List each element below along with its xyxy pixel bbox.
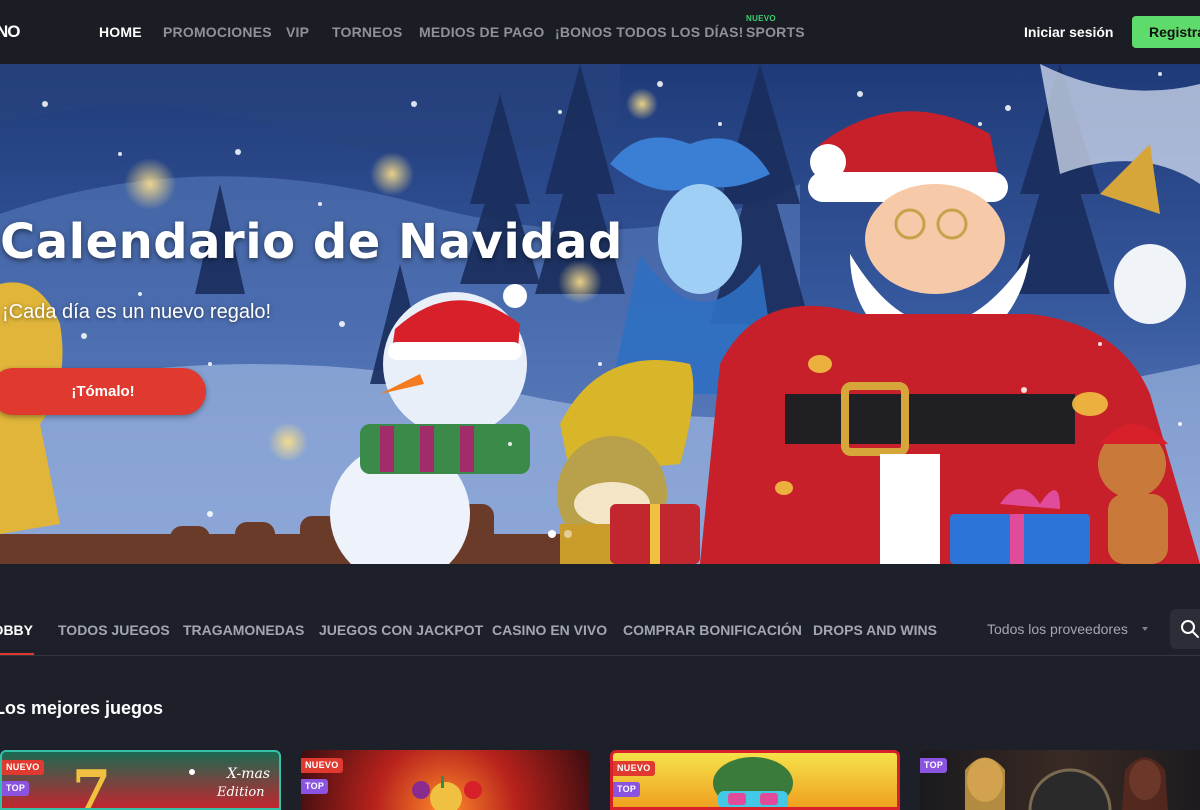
nuevo-badge: NUEVO: [746, 14, 776, 23]
search-button[interactable]: [1170, 609, 1200, 649]
nuevo-badge: NUEVO: [301, 758, 343, 773]
top-badge: TOP: [2, 781, 30, 796]
nav-bonos[interactable]: ¡BONOS TODOS LOS DÍAS!: [555, 24, 744, 40]
game-thumbnail: [412, 776, 482, 810]
tab-lobby[interactable]: LOBBY: [0, 622, 33, 638]
nav-vip[interactable]: VIP: [286, 24, 309, 40]
tab-comprar-bonificacion[interactable]: COMPRAR BONIFICACIÓN: [623, 622, 802, 638]
top-header: NO HOME PROMOCIONES VIP TORNEOS MEDIOS D…: [0, 0, 1200, 64]
hero-banner[interactable]: Calendario de Navidad ¡Cada día es un nu…: [0, 64, 1200, 564]
hero-cta-button[interactable]: ¡Tómalo!: [0, 368, 206, 415]
category-tabs: LOBBY TODOS JUEGOS TRAGAMONEDAS JUEGOS C…: [0, 564, 1200, 656]
tab-jackpot[interactable]: JUEGOS CON JACKPOT: [319, 622, 483, 638]
nav-home[interactable]: HOME: [99, 24, 142, 40]
tabs-divider: [0, 655, 1200, 656]
provider-select[interactable]: Todos los proveedores: [987, 621, 1128, 637]
game-thumbnail: 7 X-mas Edition: [30, 758, 270, 810]
game-card[interactable]: NUEVO TOP: [301, 750, 590, 810]
login-link[interactable]: Iniciar sesión: [1024, 24, 1113, 40]
tab-todos-juegos[interactable]: TODOS JUEGOS: [58, 622, 170, 638]
nuevo-badge: NUEVO: [2, 760, 44, 775]
nav-medios-de-pago[interactable]: MEDIOS DE PAGO: [419, 24, 544, 40]
top-badge: TOP: [613, 782, 641, 797]
tab-drops-and-wins[interactable]: DROPS AND WINS: [813, 622, 937, 638]
section-title: Los mejores juegos: [0, 698, 164, 718]
top-badge: TOP: [301, 779, 329, 794]
nav-sports[interactable]: SPORTS: [746, 24, 805, 40]
register-button[interactable]: Registrarse: [1132, 16, 1200, 48]
nav-torneos[interactable]: TORNEOS: [332, 24, 402, 40]
game-card[interactable]: NUEVO TOP: [610, 750, 900, 810]
nuevo-badge: NUEVO: [613, 761, 655, 776]
brand-logo[interactable]: NO: [0, 22, 20, 42]
game-art-text: X-mas: [226, 766, 270, 782]
slider-dot-1[interactable]: [548, 530, 556, 538]
hero-title: Calendario de Navidad: [0, 214, 623, 270]
chevron-down-icon[interactable]: [1142, 627, 1148, 631]
hero-subtitle: ¡Cada día es un nuevo regalo!: [2, 301, 272, 323]
game-card[interactable]: 7 X-mas Edition NUEVO TOP: [0, 750, 281, 810]
nav-promociones[interactable]: PROMOCIONES: [163, 24, 272, 40]
game-card[interactable]: TOP: [920, 750, 1200, 810]
game-thumbnail: [713, 757, 793, 807]
search-icon: [1181, 620, 1199, 638]
game-thumbnail: [965, 757, 1168, 810]
top-badge: TOP: [920, 758, 948, 773]
slider-dot-2[interactable]: [564, 530, 572, 538]
tab-casino-en-vivo[interactable]: CASINO EN VIVO: [492, 622, 607, 638]
tab-tragamonedas[interactable]: TRAGAMONEDAS: [183, 622, 304, 638]
svg-text:7: 7: [72, 758, 111, 810]
